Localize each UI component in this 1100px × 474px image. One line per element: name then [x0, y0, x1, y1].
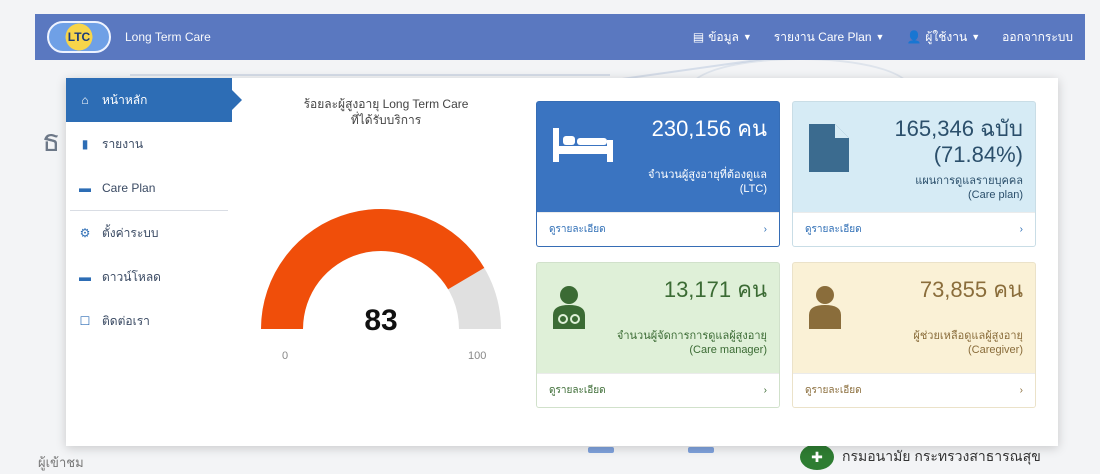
arrow-right-icon: › — [1019, 224, 1023, 235]
nav-menu: ▤ ข้อมูล ▼ รายงาน Care Plan ▼ 👤 ผู้ใช้งา… — [693, 28, 1073, 47]
sidebar-item-label: รายงาน — [102, 136, 144, 151]
top-navbar: LTC Long Term Care ▤ ข้อมูล ▼ รายงาน Car… — [35, 14, 1085, 60]
stat-desc-line1: ผู้ช่วยเหลือดูแลผู้สูงอายุ — [913, 330, 1023, 342]
chevron-down-icon: ▼ — [875, 32, 885, 42]
stat-number: 230,156 คน — [651, 116, 767, 141]
stat-number: 73,855 คน — [919, 277, 1023, 302]
stat-description: แผนการดูแลรายบุคคล (Care plan) — [915, 174, 1023, 202]
person-icon — [809, 286, 841, 329]
folder-icon: ▬ — [79, 181, 91, 195]
visitor-label: ผู้เข้าชม — [38, 455, 84, 470]
sidebar-item-label: หน้าหลัก — [102, 92, 148, 107]
doctor-icon — [553, 286, 585, 329]
gauge-min-label: 0 — [282, 350, 289, 362]
stat-card-careplan: 165,346 ฉบับ (71.84%) แผนการดูแลรายบุคคล… — [792, 101, 1036, 247]
sidebar-item-settings[interactable]: ⚙ ตั้งค่าระบบ — [66, 211, 232, 255]
nav-item-label: รายงาน Care Plan — [773, 29, 872, 44]
card-footer-link[interactable]: ดูรายละเอียด › — [793, 212, 1035, 246]
stat-number: 13,171 คน — [663, 277, 767, 302]
gauge-title-line2: ที่ได้รับบริการ — [350, 113, 422, 127]
ltc-logo[interactable]: LTC — [47, 21, 111, 53]
stat-desc-line2: (Care manager) — [689, 344, 767, 356]
stat-description: จำนวนผู้สูงอายุที่ต้องดูแล (LTC) — [648, 168, 767, 196]
download-icon: ▬ — [79, 270, 91, 284]
sidebar-item-label: ดาวน์โหลด — [102, 269, 161, 284]
stat-description: จำนวนผู้จัดการการดูแลผู้สูงอายุ (Care ma… — [617, 329, 767, 357]
stat-desc-line2: (LTC) — [739, 183, 767, 195]
sidebar-item-download[interactable]: ▬ ดาวน์โหลด — [66, 255, 232, 299]
stat-desc-line2: (Care plan) — [967, 189, 1023, 201]
stat-description: ผู้ช่วยเหลือดูแลผู้สูงอายุ (Caregiver) — [913, 329, 1023, 357]
gauge-value: 83 — [364, 304, 398, 337]
gear-icon: ⚙ — [79, 226, 91, 240]
arrow-right-icon: › — [1019, 385, 1023, 396]
document-icon — [809, 124, 849, 172]
stat-card-caremanager: 13,171 คน จำนวนผู้จัดการการดูแลผู้สูงอาย… — [536, 262, 780, 408]
card-footer-link[interactable]: ดูรายละเอียด › — [793, 373, 1035, 407]
gauge-title: ร้อยละผู้สูงอายุ Long Term Care ที่ได้รั… — [256, 96, 516, 128]
sidebar-item-label: ติดต่อเรา — [102, 313, 150, 328]
arrow-right-icon: › — [763, 224, 767, 235]
details-link[interactable]: ดูรายละเอียด — [549, 222, 606, 237]
stat-desc-line1: แผนการดูแลรายบุคคล — [915, 175, 1023, 187]
sidebar-item-home[interactable]: ⌂ หน้าหลัก — [66, 78, 242, 122]
nav-item-label: ผู้ใช้งาน — [925, 29, 968, 44]
bar-chart-icon: ▮ — [81, 137, 89, 151]
chevron-down-icon: ▼ — [971, 32, 981, 42]
gauge-max-label: 100 — [468, 350, 487, 362]
stat-card-caregiver: 73,855 คน ผู้ช่วยเหลือดูแลผู้สูงอายุ (Ca… — [792, 262, 1036, 408]
arrow-right-icon: › — [763, 385, 767, 396]
stat-number-line2: (71.84%) — [933, 142, 1023, 167]
document-icon: ▤ — [692, 30, 705, 44]
stat-desc-line1: จำนวนผู้จัดการการดูแลผู้สูงอายุ — [616, 330, 767, 342]
chevron-down-icon: ▼ — [742, 32, 752, 42]
ministry-seal-icon: ✚ — [800, 444, 834, 470]
nav-item-data[interactable]: ▤ ข้อมูล ▼ — [693, 28, 752, 47]
stat-number: 165,346 ฉบับ (71.84%) — [894, 116, 1023, 168]
gauge-title-line1: ร้อยละผู้สูงอายุ Long Term Care — [303, 97, 469, 111]
sidebar-item-label: ตั้งค่าระบบ — [102, 225, 159, 240]
bed-icon — [553, 128, 613, 162]
details-link[interactable]: ดูรายละเอียด — [805, 383, 862, 398]
nav-item-logout[interactable]: ออกจากระบบ — [1002, 28, 1073, 47]
details-link[interactable]: ดูรายละเอียด — [805, 222, 862, 237]
nav-item-report[interactable]: รายงาน Care Plan ▼ — [774, 28, 885, 47]
coverage-gauge: ร้อยละผู้สูงอายุ Long Term Care ที่ได้รั… — [256, 96, 516, 362]
user-icon: 👤 — [906, 30, 922, 44]
sidebar-item-careplan[interactable]: ▬ Care Plan — [66, 166, 232, 210]
home-icon: ⌂ — [81, 93, 89, 107]
dashboard-panel: ⌂ หน้าหลัก ▮ รายงาน ▬ Care Plan ⚙ ตั้งค่… — [66, 78, 1058, 446]
sidebar-item-contact[interactable]: ☐ ติดต่อเรา — [66, 299, 232, 343]
footer-org-label: กรมอนามัย กระทรวงสาธารณสุข — [842, 448, 1041, 464]
nav-item-label: ออกจากระบบ — [1002, 29, 1073, 44]
footer-org: ✚ กรมอนามัย กระทรวงสาธารณสุข — [800, 444, 1041, 470]
sidebar-item-label: Care Plan — [102, 181, 156, 195]
stat-number-line1: 165,346 ฉบับ — [894, 116, 1023, 141]
background-side-glyph: ธ — [42, 125, 61, 158]
card-footer-link[interactable]: ดูรายละเอียด › — [537, 212, 779, 246]
details-link[interactable]: ดูรายละเอียด — [549, 383, 606, 398]
stat-desc-line2: (Caregiver) — [967, 344, 1023, 356]
stat-desc-line1: จำนวนผู้สูงอายุที่ต้องดูแล — [648, 169, 767, 181]
stat-card-elderly: 230,156 คน จำนวนผู้สูงอายุที่ต้องดูแล (L… — [536, 101, 780, 247]
nav-item-label: ข้อมูล — [708, 29, 739, 44]
sidebar: ⌂ หน้าหลัก ▮ รายงาน ▬ Care Plan ⚙ ตั้งค่… — [66, 78, 242, 446]
contact-icon: ☐ — [79, 314, 91, 328]
sidebar-item-report[interactable]: ▮ รายงาน — [66, 122, 232, 166]
brand-title[interactable]: Long Term Care — [125, 30, 211, 44]
card-footer-link[interactable]: ดูรายละเอียด › — [537, 373, 779, 407]
nav-item-user[interactable]: 👤 ผู้ใช้งาน ▼ — [906, 28, 980, 47]
